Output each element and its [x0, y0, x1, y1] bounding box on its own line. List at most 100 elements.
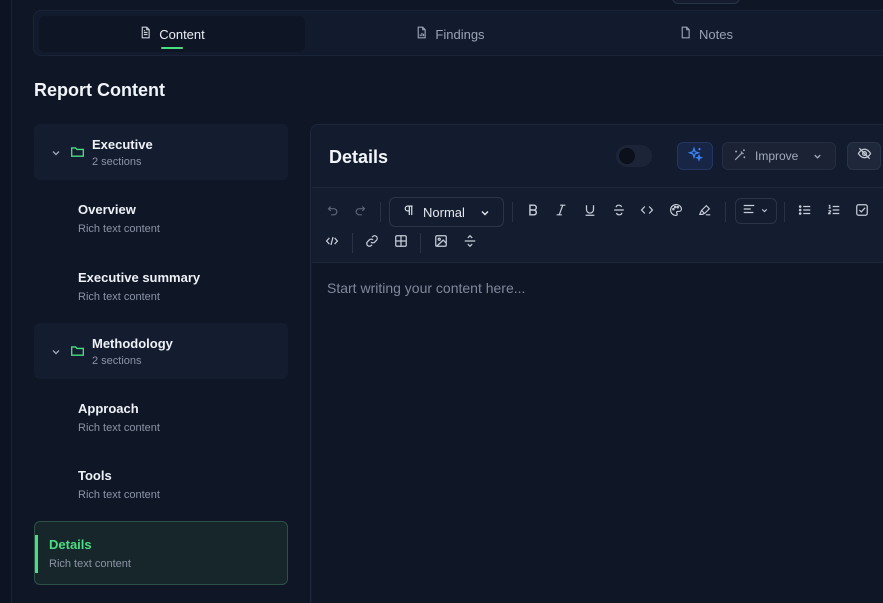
redo-icon: [354, 203, 368, 222]
group-title: Executive: [92, 137, 153, 152]
chevron-down-icon[interactable]: [50, 146, 62, 158]
item-title: Details: [49, 537, 92, 552]
tab-findings-label: Findings: [435, 26, 485, 42]
code-block-icon: [325, 234, 339, 253]
group-methodology[interactable]: Methodology 2 sections: [34, 323, 288, 379]
italic-icon: [554, 203, 568, 222]
group-executive[interactable]: Executive 2 sections: [34, 124, 288, 180]
file-chart-icon: [415, 26, 428, 42]
image-button[interactable]: [430, 232, 452, 254]
tab-findings[interactable]: Findings: [317, 16, 583, 52]
toolbar-divider: [725, 202, 726, 222]
code-block-button[interactable]: [321, 232, 343, 254]
underline-button[interactable]: [579, 201, 601, 223]
task-list-button[interactable]: [851, 201, 873, 223]
item-subtitle: Rich text content: [78, 422, 160, 434]
active-indicator: [35, 535, 38, 573]
toggle-knob: [619, 148, 635, 164]
editor-content-area[interactable]: Start writing your content here...: [312, 263, 883, 603]
image-icon: [434, 234, 448, 253]
left-rail: [0, 0, 12, 603]
sidebar-item-approach[interactable]: Approach Rich text content: [78, 401, 160, 434]
group-subtitle: 2 sections: [92, 355, 142, 367]
sidebar-item-details[interactable]: Details Rich text content: [34, 521, 288, 585]
item-subtitle: Rich text content: [49, 558, 131, 570]
item-title: Executive summary: [78, 270, 201, 285]
editor-placeholder: Start writing your content here...: [327, 280, 526, 296]
checkbox-icon: [855, 203, 869, 222]
tab-content-label: Content: [159, 26, 205, 42]
sidebar-item-tools[interactable]: Tools Rich text content: [78, 468, 160, 501]
item-subtitle: Rich text content: [78, 291, 160, 303]
folder-icon: [70, 343, 85, 358]
active-tab-indicator: [161, 47, 183, 49]
underline-icon: [583, 203, 597, 222]
hide-preview-button[interactable]: [847, 142, 881, 170]
link-button[interactable]: [361, 232, 383, 254]
tab-notes[interactable]: Notes: [573, 16, 839, 52]
toolbar-divider: [784, 202, 785, 222]
sidebar-item-executive-summary[interactable]: Executive summary Rich text content: [78, 270, 200, 303]
section-title: Report Content: [34, 80, 165, 100]
highlighter-icon: [698, 203, 712, 222]
inline-code-button[interactable]: [636, 201, 658, 223]
chevron-down-icon: [760, 202, 769, 220]
bullet-list-icon: [798, 203, 812, 222]
bold-button[interactable]: [522, 201, 544, 223]
bold-icon: [526, 203, 540, 222]
highlight-button[interactable]: [694, 201, 716, 223]
group-subtitle: 2 sections: [92, 156, 142, 168]
top-button-edge[interactable]: [672, 0, 740, 4]
sidebar-item-overview[interactable]: Overview Rich text content: [78, 202, 160, 235]
toolbar-divider: [512, 202, 513, 222]
item-title: Overview: [78, 202, 136, 217]
text-align-select[interactable]: [735, 198, 777, 224]
horizontal-rule-button[interactable]: [459, 232, 481, 254]
group-title: Methodology: [92, 336, 173, 351]
eye-off-icon: [857, 146, 872, 166]
strikethrough-button[interactable]: [608, 201, 630, 223]
chevron-down-icon[interactable]: [50, 345, 62, 357]
paragraph-style-select[interactable]: Normal: [389, 197, 504, 227]
improve-label: Improve: [755, 149, 799, 163]
editor-panel: Details Improve Normal Start writing you…: [310, 124, 883, 603]
undo-icon: [325, 203, 339, 222]
item-subtitle: Rich text content: [78, 489, 160, 501]
magic-wand-icon: [733, 148, 747, 165]
toolbar-divider: [420, 233, 421, 253]
strikethrough-icon: [612, 203, 626, 222]
tab-content[interactable]: Content: [39, 16, 305, 52]
editor-title: Details: [329, 147, 389, 167]
tabs-bar: Content Findings Notes: [33, 10, 883, 56]
text-color-button[interactable]: [665, 201, 687, 223]
pilcrow-icon: [402, 204, 415, 220]
item-title: Approach: [78, 401, 139, 416]
link-icon: [365, 234, 379, 253]
visibility-toggle[interactable]: [616, 145, 652, 167]
undo-button[interactable]: [321, 201, 343, 223]
editor-toolbar: Normal: [312, 187, 883, 263]
folder-icon: [70, 144, 85, 159]
ai-generate-button[interactable]: [677, 142, 713, 170]
divider-icon: [463, 234, 477, 253]
ordered-list-button[interactable]: [823, 201, 845, 223]
chevron-down-icon: [479, 207, 491, 222]
document-icon: [139, 26, 152, 42]
item-subtitle: Rich text content: [78, 223, 160, 235]
table-button[interactable]: [390, 232, 412, 254]
bullet-list-button[interactable]: [794, 201, 816, 223]
italic-button[interactable]: [550, 201, 572, 223]
tab-notes-label: Notes: [699, 26, 733, 42]
code-icon: [640, 203, 654, 222]
paragraph-style-value: Normal: [423, 204, 465, 220]
table-icon: [394, 234, 408, 253]
sparkles-icon: [687, 146, 704, 167]
toolbar-divider: [352, 233, 353, 253]
toolbar-divider: [380, 202, 381, 222]
redo-button[interactable]: [350, 201, 372, 223]
palette-icon: [669, 203, 683, 222]
item-title: Tools: [78, 468, 112, 483]
file-icon: [679, 26, 692, 42]
chevron-down-icon: [812, 151, 823, 165]
improve-button[interactable]: Improve: [722, 142, 836, 170]
